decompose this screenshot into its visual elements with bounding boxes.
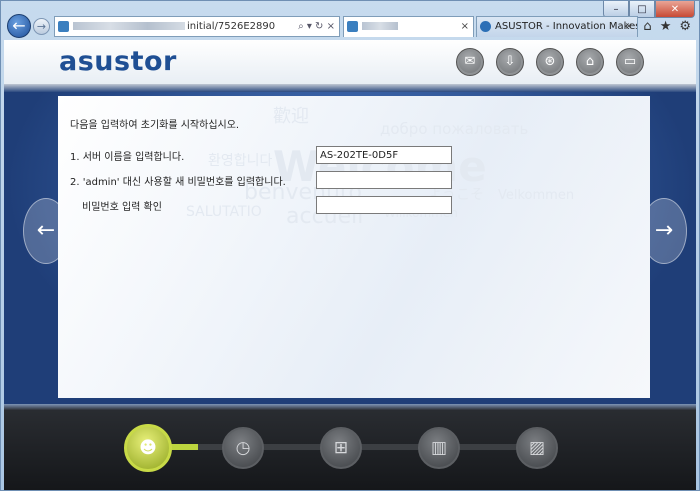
watermark-text: 歡迎 <box>273 106 309 127</box>
address-redacted <box>73 22 185 30</box>
confirm-password-label: 비밀번호 입력 확인 <box>82 202 162 213</box>
tab-favicon-icon <box>347 21 358 32</box>
new-password-input[interactable] <box>316 171 452 189</box>
page-content: asustor ✉ ⇩ ⊛ ⌂ ▭ ← → 歡迎 добро пожаловат… <box>4 40 696 490</box>
forward-button[interactable]: → <box>33 18 50 35</box>
home-icon[interactable]: ⌂ <box>643 19 651 34</box>
tab-close-icon[interactable]: × <box>625 17 633 37</box>
server-name-input[interactable] <box>316 146 452 164</box>
form-intro: 다음을 입력하여 초기화를 시작하십시오. <box>70 120 240 131</box>
step-network-icon[interactable]: ⊞ <box>320 427 362 469</box>
site-header: asustor ✉ ⇩ ⊛ ⌂ ▭ <box>4 40 696 84</box>
browser-window: – □ ✕ ← → initial/7526E2890 ⌕ ▾ ↻ × × AS… <box>0 0 700 491</box>
bank-icon[interactable]: ⌂ <box>576 48 604 76</box>
password-label: 2. 'admin' 대신 사용할 새 비밀번호를 입력합니다. <box>70 177 286 188</box>
step-disks-icon[interactable]: ▥ <box>418 427 460 469</box>
tab-current[interactable]: × <box>343 16 474 37</box>
watermark-text: добро пожаловать <box>380 120 529 138</box>
page-favicon-icon <box>58 21 69 32</box>
tab-favicon-icon <box>480 21 491 32</box>
watermark-text: 환영합니다 <box>208 153 273 169</box>
tab-asustor[interactable]: ASUSTOR - Innovation Makes... × <box>476 16 638 37</box>
address-text: initial/7526E2890 <box>187 21 276 32</box>
watermark-text: SALUTATIO <box>186 204 262 220</box>
download-icon[interactable]: ⇩ <box>496 48 524 76</box>
settings-icon[interactable]: ⚙ <box>679 19 691 34</box>
step-user-icon[interactable]: ☻ <box>124 424 172 472</box>
chat-icon[interactable]: ✉ <box>456 48 484 76</box>
header-icons: ✉ ⇩ ⊛ ⌂ ▭ <box>456 48 644 76</box>
favorites-icon[interactable]: ★ <box>660 19 672 34</box>
tab-close-icon[interactable]: × <box>461 17 469 37</box>
step-time-icon[interactable]: ◷ <box>222 427 264 469</box>
footer-divider <box>4 404 696 410</box>
storage-icon[interactable]: ▭ <box>616 48 644 76</box>
close-button[interactable]: ✕ <box>655 1 695 18</box>
watermark-text: Velkommen <box>498 188 575 203</box>
tab-title-redacted <box>362 22 398 30</box>
header-divider <box>4 84 696 92</box>
tab-title: ASUSTOR - Innovation Makes... <box>495 21 638 32</box>
asustor-logo: asustor <box>59 46 177 77</box>
address-controls[interactable]: ⌕ ▾ ↻ × <box>298 17 335 36</box>
step-storage-icon[interactable]: ▨ <box>516 427 558 469</box>
support-icon[interactable]: ⊛ <box>536 48 564 76</box>
init-form-panel: 歡迎 добро пожаловать 환영합니다 Welcome benven… <box>58 96 650 398</box>
address-bar[interactable]: initial/7526E2890 ⌕ ▾ ↻ × <box>54 16 340 37</box>
confirm-password-input[interactable] <box>316 196 452 214</box>
back-button[interactable]: ← <box>7 14 31 38</box>
browser-toolbar: ⌂ ★ ⚙ <box>643 19 691 34</box>
server-name-label: 1. 서버 이름을 입력합니다. <box>70 152 185 163</box>
